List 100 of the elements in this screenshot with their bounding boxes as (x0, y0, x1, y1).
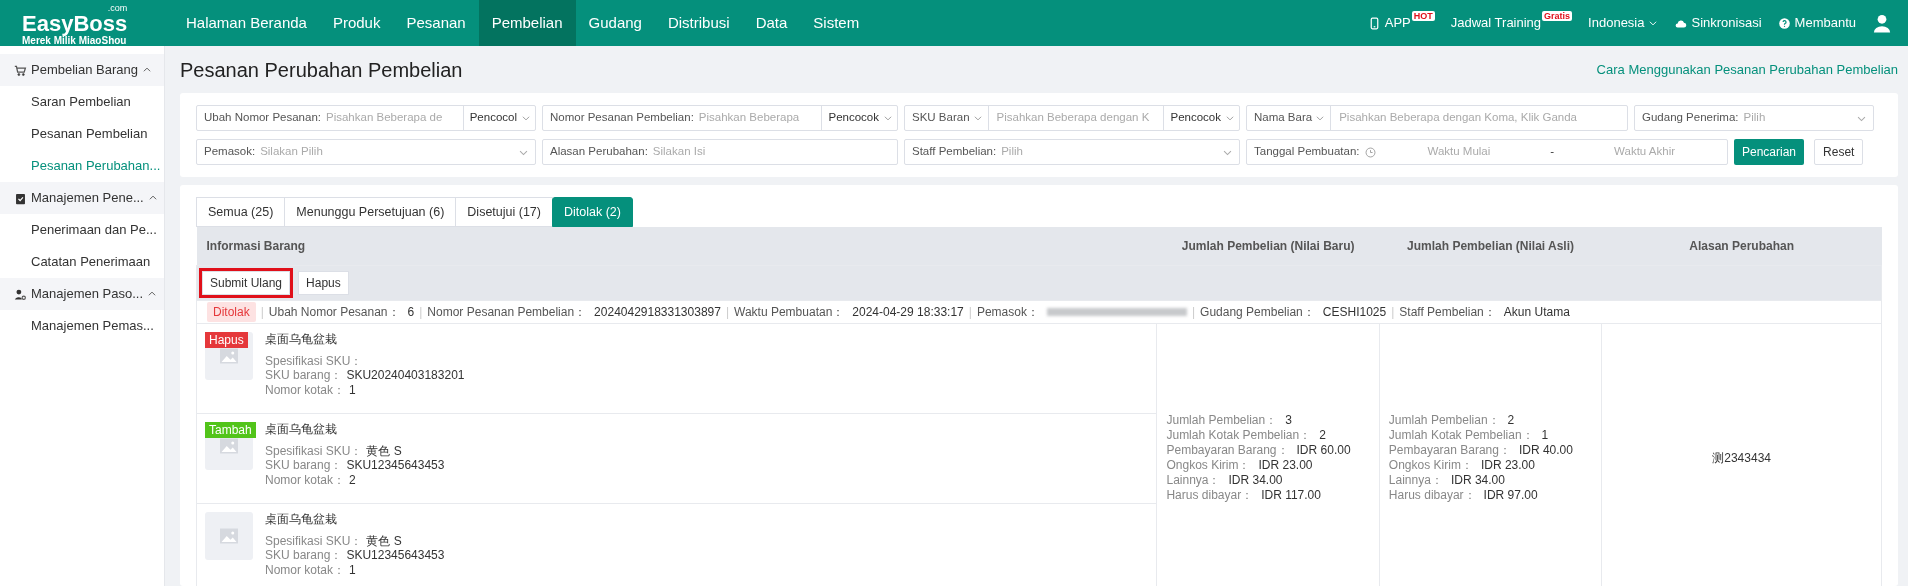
user-icon[interactable] (1872, 13, 1892, 33)
filter-field[interactable]: SKU Baran Pisahkan Beberapa dengan K Pencocok (904, 105, 1240, 132)
sidebar-group-header[interactable]: Manajemen Pene... (0, 182, 164, 214)
field-value: 黄色 S (366, 443, 402, 459)
nav-link-text[interactable]: Membantu (1794, 13, 1856, 33)
filter-field[interactable]: Gudang Penerima: Pilih (1634, 105, 1874, 132)
field-label: Jumlah Pembelian： (1166, 413, 1278, 429)
field-value: 3 (1285, 413, 1292, 429)
filter-field[interactable]: Tanggal Pembuatan: Waktu Mulai - Waktu Akhir (1246, 139, 1728, 166)
filter-field[interactable]: Pemasok: Silakan Pilih (196, 139, 536, 166)
separator-text: | (1191, 303, 1196, 321)
field-value: 2 (1319, 428, 1326, 444)
nav-menu-item[interactable]: Sistem (800, 0, 873, 46)
page-title: Pesanan Perubahan Pembelian (180, 57, 463, 83)
cart-icon (14, 63, 27, 77)
field-value: 2024042918331303897 (594, 303, 721, 321)
sidebar-item[interactable]: Pesanan Pembelian (0, 118, 164, 150)
nav-link-text[interactable]: Sinkronisasi (1691, 13, 1762, 33)
superscript-tag: Gratis (1542, 11, 1573, 22)
field-label: Ubah Nomor Pesanan： (268, 303, 400, 321)
field-label: Lainnya： (1166, 473, 1221, 489)
field-label: Nomor Pesanan Pembelian： (427, 303, 587, 321)
field-value: SKU12345643453 (346, 458, 445, 473)
field-value: IDR 97.00 (1483, 488, 1538, 504)
search-button[interactable]: Pencarian (1734, 139, 1805, 166)
sidebar-group-header[interactable]: Pembelian Barang (0, 54, 164, 86)
filter-field[interactable]: Ubah Nomor Pesanan: Pisahkan Beberapa de Pencocol (196, 105, 536, 132)
sidebar-item[interactable]: Manajemen Pemas... (0, 310, 164, 342)
logo-subtitle: Merek Milik MiaoShou (22, 35, 128, 46)
field-value: SKU12345643453 (346, 548, 445, 563)
field-label: Nomor kotak： (265, 562, 346, 578)
field-value: 1 (1541, 428, 1549, 444)
separator-text: | (260, 303, 264, 321)
product-name: 桌面乌龟盆栽 (265, 331, 338, 346)
nav-menu-item[interactable]: Data (742, 0, 801, 46)
clock-icon (1364, 146, 1376, 158)
sidebar-item[interactable]: Saran Pembelian (0, 86, 164, 118)
filter-field[interactable]: Alasan Perubahan: Silakan Isi (542, 139, 898, 166)
action-button[interactable]: Hapus (298, 270, 349, 295)
field-value: 1 (349, 562, 356, 578)
column-header: Jumlah Pembelian (Nilai Asli) (1379, 227, 1602, 266)
filter-tab[interactable]: Disetujui (17) (455, 197, 553, 228)
chevron-down-icon (1648, 18, 1659, 28)
action-button[interactable]: Submit Ulang (202, 270, 291, 295)
field-label: Spesifikasi SKU： (265, 533, 363, 549)
column-header: Informasi Barang (196, 227, 1157, 266)
field-label: SKU barang： (265, 368, 343, 383)
nav-menu-item[interactable]: Pesanan (393, 0, 479, 46)
reset-button[interactable]: Reset (1814, 139, 1864, 166)
language-selector[interactable]: Indonesia (1588, 13, 1645, 33)
status-tag: Ditolak (207, 301, 256, 322)
column-header: Jumlah Pembelian (Nilai Baru) (1156, 227, 1380, 266)
filter-field[interactable]: Nama Bara Pisahkan Beberapa dengan Koma, Klik Ganda (1246, 105, 1628, 132)
field-value: IDR 60.00 (1296, 443, 1351, 459)
field-label: Jumlah Kotak Pembelian： (1388, 428, 1534, 444)
field-value: IDR 34.00 (1450, 473, 1505, 489)
filter-tab[interactable]: Menunggu Persetujuan (6) (284, 197, 457, 228)
sidebar-item[interactable]: Pesanan Perubahan... (0, 150, 164, 182)
nav-menu-item[interactable]: Distribusi (654, 0, 743, 46)
change-tag: Tambah (205, 421, 256, 438)
field-label: Spesifikasi SKU： (265, 443, 363, 459)
nav-menu-item[interactable]: Pembelian (478, 0, 576, 46)
field-value: IDR 23.00 (1258, 458, 1313, 474)
product-name: 桌面乌龟盆栽 (265, 511, 338, 526)
column-header: Alasan Perubahan (1601, 227, 1882, 266)
person-gear-icon (14, 287, 27, 301)
sidebar-item[interactable]: Penerimaan dan Pe... (0, 214, 164, 246)
help-link[interactable]: Cara Menggunakan Pesanan Perubahan Pembelian (1596, 59, 1898, 80)
field-value: 2024-04-29 18:33:17 (852, 303, 964, 321)
filter-field[interactable]: Staff Pembelian: Pilih (904, 139, 1240, 166)
field-label: Pembayaran Barang： (1166, 443, 1289, 459)
field-label: Ongkos Kirim： (1388, 458, 1473, 474)
help-icon (1777, 16, 1791, 30)
field-label: Waktu Pembuatan： (734, 303, 845, 321)
nav-link-text[interactable]: APP (1384, 13, 1411, 33)
change-tag: Hapus (205, 331, 248, 348)
nav-menu-item[interactable]: Halaman Beranda (173, 0, 320, 46)
separator-text: | (968, 303, 972, 321)
field-label: Nomor kotak： (265, 382, 346, 398)
field-label: Harus dibayar： (1166, 488, 1254, 504)
field-label: Lainnya： (1388, 473, 1443, 489)
field-value: 1 (349, 382, 356, 398)
sidebar-group-header[interactable]: Manajemen Paso... (0, 278, 164, 310)
field-label: SKU barang： (265, 548, 343, 563)
field-value: 2 (1507, 413, 1515, 429)
filter-tab[interactable]: Ditolak (2) (551, 197, 633, 228)
field-label: Jumlah Pembelian： (1388, 413, 1500, 429)
logo-domain-text: .com (107, 3, 128, 13)
field-label: Pemasok： (976, 303, 1039, 321)
filter-field[interactable]: Nomor Pesanan Pembelian: Pisahkan Beberapa Pencocok (542, 105, 898, 132)
nav-menu-item[interactable]: Gudang (575, 0, 655, 46)
separator-text: | (1391, 303, 1395, 321)
filter-tab[interactable]: Semua (25) (196, 197, 286, 228)
nav-link-text[interactable]: Jadwal Training (1450, 13, 1542, 33)
product-name: 桌面乌龟盆栽 (265, 421, 338, 436)
nav-menu-item[interactable]: Produk (319, 0, 394, 46)
field-value: IDR 40.00 (1518, 443, 1573, 459)
sidebar-item[interactable]: Catatan Penerimaan (0, 246, 164, 278)
field-label: Staff Pembelian： (1399, 303, 1496, 321)
field-value: 黄色 S (366, 533, 402, 549)
